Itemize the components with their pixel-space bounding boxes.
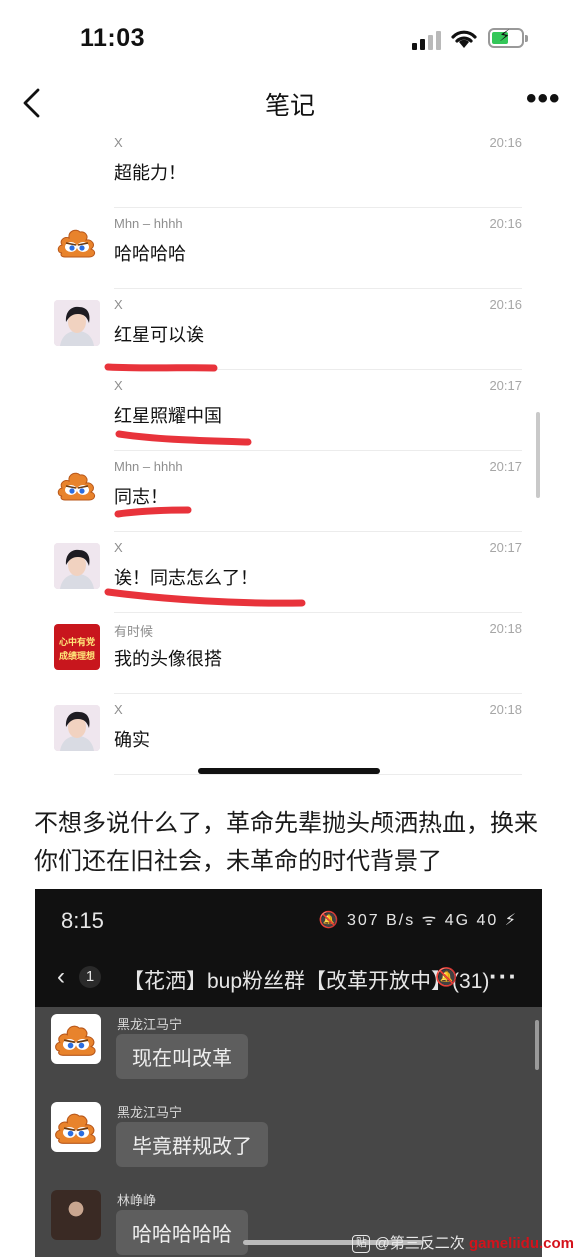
- avatar[interactable]: [54, 705, 100, 751]
- watermark: 贴 @第三反二次 gameliidu.com: [352, 1232, 574, 1254]
- sender-name: X: [114, 783, 123, 786]
- message-time: 20:18: [489, 702, 522, 717]
- message-bubble[interactable]: 哈哈哈哈哈: [116, 1210, 248, 1255]
- message-text: 我的头像很搭: [114, 649, 222, 669]
- message-time: 20:18: [489, 621, 522, 636]
- nav-bar: 笔记 •••: [0, 78, 580, 128]
- message-time: 20:16: [489, 216, 522, 231]
- embedded-scrollbar: [535, 1020, 539, 1070]
- chat-record-row[interactable]: X 20:18 确实: [0, 694, 580, 775]
- chat-record-row[interactable]: Mhn – hhhh 20:16 哈哈哈哈: [0, 208, 580, 289]
- page-title: 笔记: [264, 92, 315, 120]
- sender-name: Mhn – hhhh: [114, 459, 183, 474]
- message-text: 红星可以诶: [114, 325, 204, 345]
- embedded-nav-bar: ‹ 1 【花洒】bup粉丝群【改革开放中】(31) 🔕 ···: [35, 951, 542, 1007]
- avatar[interactable]: [54, 219, 100, 265]
- watermark-logo-icon: 贴: [352, 1235, 371, 1254]
- message-text: 确实: [114, 730, 150, 750]
- message-time: 20:18: [489, 783, 522, 786]
- sender-name: 黑龙江马宁: [117, 1105, 183, 1120]
- avatar[interactable]: [51, 1190, 101, 1240]
- status-time: 11:03: [80, 24, 146, 52]
- post-caption: 不想多说什么了，革命先辈抛头颅洒热血，换来你们还在旧社会，未革命的时代背景了: [34, 810, 538, 875]
- sender-name: 有时候: [114, 624, 154, 639]
- chat-record-row[interactable]: X 20:16 超能力！: [0, 128, 580, 208]
- group-message: 黑龙江马宁现在叫改革: [35, 1014, 542, 1102]
- avatar[interactable]: [54, 462, 100, 508]
- sender-name: 黑龙江马宁: [117, 1017, 183, 1032]
- sender-name: X: [114, 540, 123, 555]
- message-text: 同志！: [114, 487, 168, 507]
- scrollbar[interactable]: [536, 412, 540, 498]
- embedded-back-icon[interactable]: ‹: [57, 963, 65, 991]
- message-text: 红星照耀中国: [114, 406, 222, 426]
- message-text: 哈哈哈哈: [114, 244, 186, 264]
- embedded-status-icons: 🔕 307 B/s ᯤ 4G 40 ⚡: [318, 912, 518, 929]
- chat-record-row[interactable]: X 20:18: [0, 775, 580, 786]
- avatar-text: 心中有党: [58, 637, 95, 647]
- unread-badge: 1: [79, 966, 101, 988]
- message-text: 诶！同志怎么了！: [114, 568, 258, 588]
- mute-bell-icon: 🔕: [435, 967, 458, 987]
- battery-icon: ⚡: [488, 28, 528, 48]
- sender-name: Mhn – hhhh: [114, 216, 183, 231]
- group-chat-screenshot: 8:15 🔕 307 B/s ᯤ 4G 40 ⚡ ‹ 1 【花洒】bup粉丝群【…: [35, 889, 542, 1257]
- chat-record-row[interactable]: X 20:17 红星照耀中国: [0, 370, 580, 451]
- message-bubble[interactable]: 毕竟群规改了: [116, 1122, 268, 1167]
- avatar[interactable]: 心中有党 成绩理想: [54, 624, 100, 670]
- message-time: 20:17: [489, 378, 522, 393]
- embedded-more-icon[interactable]: ···: [489, 961, 518, 992]
- message-time: 20:16: [489, 135, 522, 150]
- chat-record-list[interactable]: X 20:16 超能力！ Mhn – hhhh 20:16 哈哈哈哈 X 20:16 红星可以诶…: [0, 128, 580, 786]
- avatar[interactable]: [54, 300, 100, 346]
- chat-record-row[interactable]: X 20:16 红星可以诶: [0, 289, 580, 370]
- message-time: 20:17: [489, 459, 522, 474]
- wifi-icon: [451, 30, 477, 48]
- chat-record-row[interactable]: 心中有党 成绩理想 有时候 20:18 我的头像很搭: [0, 613, 580, 694]
- sender-name: X: [114, 702, 123, 717]
- avatar[interactable]: [51, 1102, 101, 1152]
- cellular-signal-icon: [412, 30, 442, 50]
- sender-name: X: [114, 378, 123, 393]
- message-time: 20:16: [489, 297, 522, 312]
- group-message: 黑龙江马宁毕竟群规改了: [35, 1102, 542, 1190]
- sender-name: 林峥峥: [117, 1193, 157, 1208]
- message-time: 20:17: [489, 540, 522, 555]
- home-indicator: [198, 768, 380, 774]
- sender-name: X: [114, 135, 123, 150]
- message-bubble[interactable]: 现在叫改革: [116, 1034, 248, 1079]
- status-bar: 11:03 ⚡: [0, 0, 580, 78]
- avatar[interactable]: [51, 1014, 101, 1064]
- chat-record-row[interactable]: X 20:17 诶！同志怎么了！: [0, 532, 580, 613]
- sender-name: X: [114, 297, 123, 312]
- avatar[interactable]: [54, 543, 100, 589]
- embedded-status-bar: 8:15 🔕 307 B/s ᯤ 4G 40 ⚡: [35, 889, 542, 951]
- more-icon[interactable]: •••: [526, 84, 561, 114]
- embedded-status-time: 8:15: [61, 908, 104, 933]
- avatar-text: 成绩理想: [58, 651, 95, 661]
- chat-record-row[interactable]: Mhn – hhhh 20:17 同志！: [0, 451, 580, 532]
- message-text: 超能力！: [114, 163, 186, 183]
